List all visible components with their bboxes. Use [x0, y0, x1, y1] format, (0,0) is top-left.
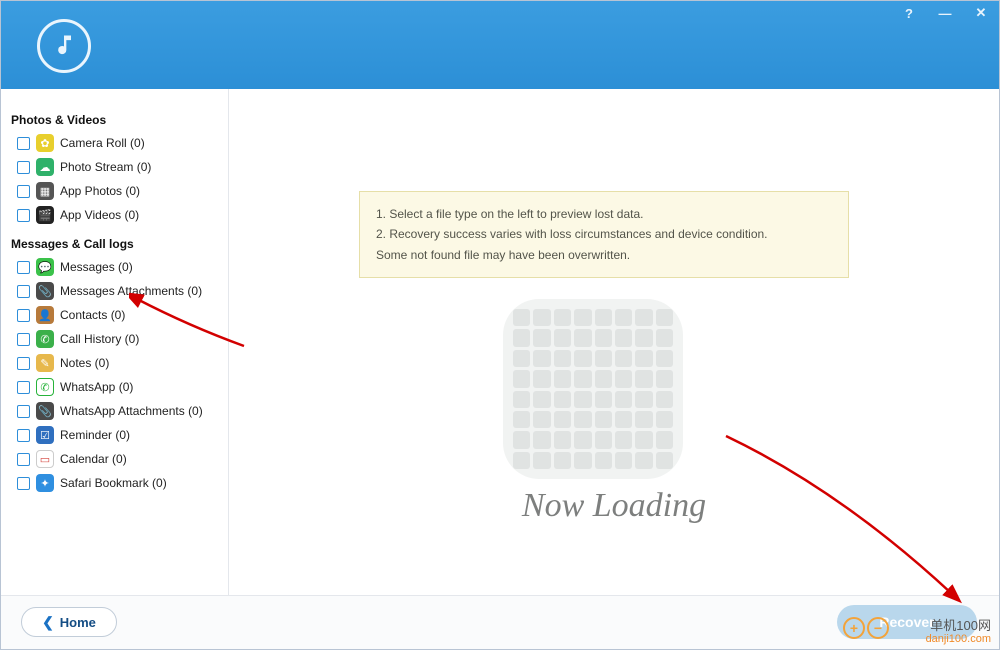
messages-icon: 💬: [36, 258, 54, 276]
checkbox-reminder[interactable]: [17, 429, 30, 442]
sidebar-item-label: Calendar (0): [60, 452, 127, 466]
sidebar-item-label: App Photos (0): [60, 184, 140, 198]
whatsapp-attachments-icon: 📎: [36, 402, 54, 420]
checkbox-camera-roll[interactable]: [17, 137, 30, 150]
sidebar-item-label: Reminder (0): [60, 428, 130, 442]
section-title-photos-videos: Photos & Videos: [11, 113, 218, 127]
camera-roll-icon: ✿: [36, 134, 54, 152]
sidebar-item-label: App Videos (0): [60, 208, 139, 222]
sidebar-item-label: WhatsApp Attachments (0): [60, 404, 203, 418]
home-button[interactable]: ❮ Home: [21, 607, 117, 637]
whatsapp-icon: ✆: [36, 378, 54, 396]
sidebar-item-label: Call History (0): [60, 332, 139, 346]
checkbox-messages-attachments[interactable]: [17, 285, 30, 298]
app-videos-icon: 🎬: [36, 206, 54, 224]
checkbox-contacts[interactable]: [17, 309, 30, 322]
help-button[interactable]: ?: [891, 1, 927, 25]
checkbox-photo-stream[interactable]: [17, 161, 30, 174]
sidebar-item-contacts[interactable]: 👤 Contacts (0): [11, 303, 218, 327]
sidebar-item-safari-bookmark[interactable]: ✦ Safari Bookmark (0): [11, 471, 218, 495]
checkbox-call-history[interactable]: [17, 333, 30, 346]
minimize-button[interactable]: —: [927, 1, 963, 25]
close-button[interactable]: ✕: [963, 1, 999, 25]
checkbox-app-videos[interactable]: [17, 209, 30, 222]
sidebar-item-app-videos[interactable]: 🎬 App Videos (0): [11, 203, 218, 227]
sidebar-item-label: Camera Roll (0): [60, 136, 145, 150]
info-line-2: 2. Recovery success varies with loss cir…: [376, 224, 832, 244]
sidebar-item-whatsapp-attachments[interactable]: 📎 WhatsApp Attachments (0): [11, 399, 218, 423]
main-panel: 1. Select a file type on the left to pre…: [229, 89, 999, 595]
sidebar-item-calendar[interactable]: ▭ Calendar (0): [11, 447, 218, 471]
sidebar-item-messages[interactable]: 💬 Messages (0): [11, 255, 218, 279]
sidebar-item-label: WhatsApp (0): [60, 380, 133, 394]
sidebar-item-messages-attachments[interactable]: 📎 Messages Attachments (0): [11, 279, 218, 303]
checkbox-safari-bookmark[interactable]: [17, 477, 30, 490]
loading-placeholder-icon: [503, 299, 683, 479]
section-title-messages-call-logs: Messages & Call logs: [11, 237, 218, 251]
body: Photos & Videos ✿ Camera Roll (0) ☁ Photo S…: [1, 89, 999, 595]
sidebar-item-whatsapp[interactable]: ✆ WhatsApp (0): [11, 375, 218, 399]
sidebar-item-label: Safari Bookmark (0): [60, 476, 167, 490]
app-logo: [37, 19, 91, 73]
reminder-icon: ☑: [36, 426, 54, 444]
info-line-3: Some not found file may have been overwr…: [376, 245, 832, 265]
safari-bookmark-icon: ✦: [36, 474, 54, 492]
sidebar-item-reminder[interactable]: ☑ Reminder (0): [11, 423, 218, 447]
sidebar-item-app-photos[interactable]: ▦ App Photos (0): [11, 179, 218, 203]
loading-text: Now Loading: [229, 487, 999, 525]
sidebar-item-call-history[interactable]: ✆ Call History (0): [11, 327, 218, 351]
info-line-1: 1. Select a file type on the left to pre…: [376, 204, 832, 224]
sidebar-item-notes[interactable]: ✎ Notes (0): [11, 351, 218, 375]
recover-button[interactable]: Recover: [837, 605, 977, 639]
calendar-icon: ▭: [36, 450, 54, 468]
app-window: ? — ✕ Photos & Videos ✿Camera Roll (0)☁P…: [0, 0, 1000, 650]
home-button-label: Home: [60, 615, 96, 630]
window-controls: ? — ✕: [891, 1, 999, 25]
checkbox-whatsapp-attachments[interactable]: [17, 405, 30, 418]
checkbox-app-photos[interactable]: [17, 185, 30, 198]
footer: ❮ Home Recover: [1, 595, 999, 649]
app-photos-icon: ▦: [36, 182, 54, 200]
music-note-icon: [50, 32, 78, 60]
sidebar-item-label: Messages Attachments (0): [60, 284, 202, 298]
sidebar-item-label: Photo Stream (0): [60, 160, 151, 174]
call-history-icon: ✆: [36, 330, 54, 348]
info-box: 1. Select a file type on the left to pre…: [359, 191, 849, 278]
sidebar-item-photo-stream[interactable]: ☁ Photo Stream (0): [11, 155, 218, 179]
notes-icon: ✎: [36, 354, 54, 372]
photo-stream-icon: ☁: [36, 158, 54, 176]
sidebar-item-label: Notes (0): [60, 356, 109, 370]
recover-button-label: Recover: [879, 614, 934, 630]
contacts-icon: 👤: [36, 306, 54, 324]
sidebar-item-camera-roll[interactable]: ✿ Camera Roll (0): [11, 131, 218, 155]
checkbox-messages[interactable]: [17, 261, 30, 274]
sidebar-item-label: Contacts (0): [60, 308, 125, 322]
sidebar-item-label: Messages (0): [60, 260, 133, 274]
checkbox-whatsapp[interactable]: [17, 381, 30, 394]
messages-attachments-icon: 📎: [36, 282, 54, 300]
checkbox-notes[interactable]: [17, 357, 30, 370]
chevron-left-icon: ❮: [42, 614, 54, 631]
checkbox-calendar[interactable]: [17, 453, 30, 466]
titlebar: ? — ✕: [1, 1, 999, 89]
sidebar: Photos & Videos ✿ Camera Roll (0) ☁ Photo S…: [1, 89, 229, 595]
